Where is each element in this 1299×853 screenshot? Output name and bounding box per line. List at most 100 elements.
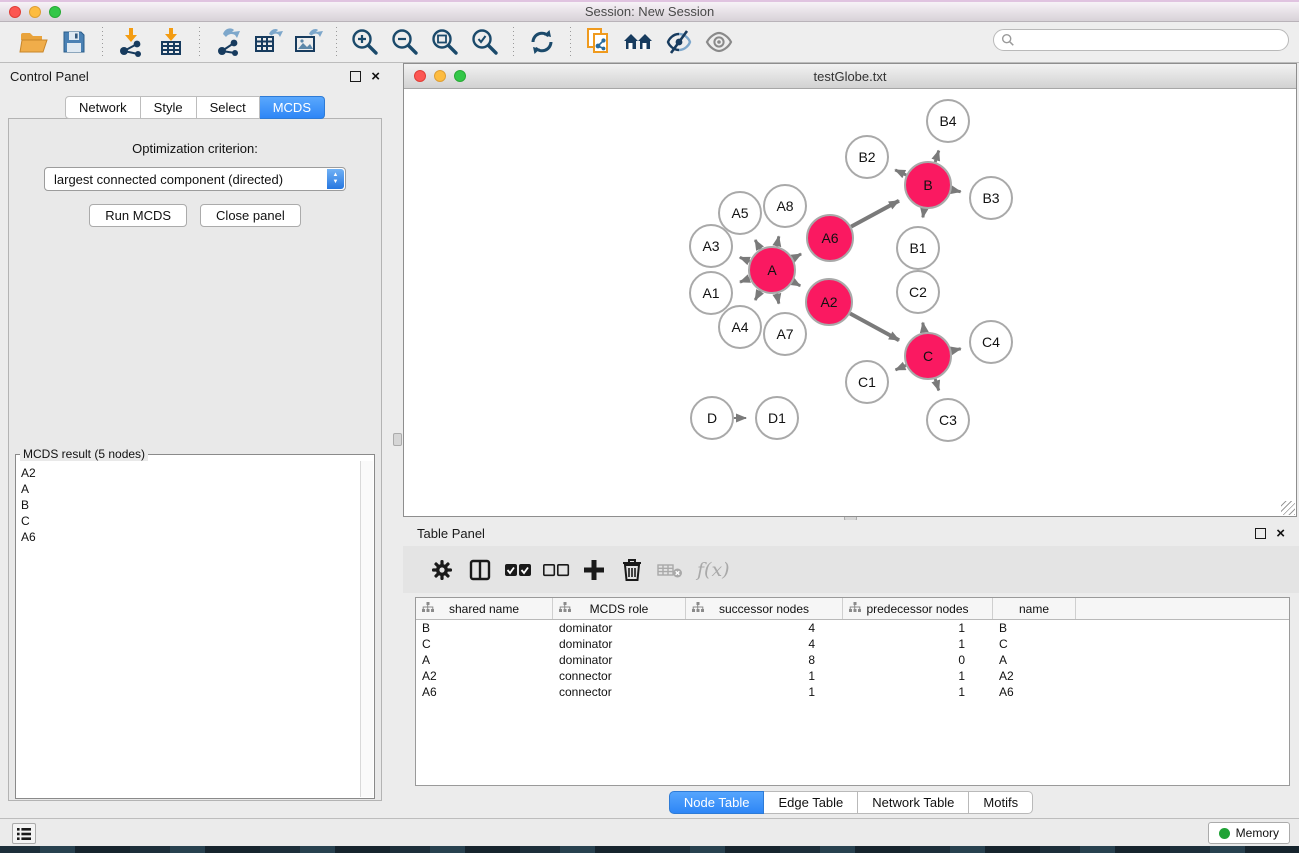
graph-node-C[interactable]: C (905, 333, 951, 379)
graph-node-A3[interactable]: A3 (690, 225, 732, 267)
graph-node-B4[interactable]: B4 (927, 100, 969, 142)
graph-node-C2[interactable]: C2 (897, 271, 939, 313)
graph-node-A1[interactable]: A1 (690, 272, 732, 314)
tab-style[interactable]: Style (141, 96, 197, 119)
delete-column-button[interactable] (613, 553, 651, 587)
tab-network-table[interactable]: Network Table (858, 791, 969, 814)
mcds-result-scrollbar[interactable] (360, 461, 373, 797)
run-mcds-button[interactable]: Run MCDS (89, 204, 187, 227)
deselect-all-button[interactable] (537, 553, 575, 587)
graph-edge-A-A8[interactable] (777, 236, 779, 246)
network-home-button[interactable] (621, 26, 657, 58)
vertical-splitter-handle[interactable] (393, 433, 402, 446)
mcds-result-item[interactable]: A2 (21, 465, 360, 481)
graph-edge-C-C2[interactable] (923, 323, 925, 333)
float-table-panel-icon[interactable] (1255, 528, 1266, 539)
zoom-in-button[interactable] (347, 26, 383, 58)
mcds-result-item[interactable]: B (21, 497, 360, 513)
zoom-fit-button[interactable] (427, 26, 463, 58)
zoom-selected-button[interactable] (467, 26, 503, 58)
graph-node-A7[interactable]: A7 (764, 313, 806, 355)
graph-node-D1[interactable]: D1 (756, 397, 798, 439)
table-cell[interactable]: connector (553, 669, 686, 683)
tab-mcds[interactable]: MCDS (260, 96, 325, 119)
apply-layout-button[interactable] (524, 26, 560, 58)
graph-node-B1[interactable]: B1 (897, 227, 939, 269)
open-file-button[interactable] (16, 26, 52, 58)
tab-node-table[interactable]: Node Table (669, 791, 765, 814)
table-cell[interactable]: connector (553, 685, 686, 699)
import-table-button[interactable] (153, 26, 189, 58)
mcds-result-list[interactable]: A2ABCA6 (17, 461, 360, 797)
table-cell[interactable]: A2 (993, 669, 1076, 683)
graph-edge-A-A1[interactable] (740, 278, 750, 282)
float-panel-icon[interactable] (350, 71, 361, 82)
table-row[interactable]: A6connector11A6 (416, 684, 1289, 700)
column-header-predecessor-nodes[interactable]: predecessor nodes (843, 598, 993, 619)
tab-motifs[interactable]: Motifs (969, 791, 1033, 814)
table-cell[interactable]: 0 (843, 653, 993, 667)
search-input[interactable] (1015, 31, 1288, 49)
table-row[interactable]: Bdominator41B (416, 620, 1289, 636)
table-cell[interactable]: C (993, 637, 1076, 651)
graph-edge-A6-B[interactable] (851, 201, 899, 227)
column-header-MCDS-role[interactable]: MCDS role (553, 598, 686, 619)
table-cell[interactable]: A6 (416, 685, 553, 699)
graph-edge-B-B3[interactable] (952, 190, 961, 192)
column-header-shared-name[interactable]: shared name (416, 598, 553, 619)
tab-select[interactable]: Select (197, 96, 260, 119)
mcds-result-item[interactable]: C (21, 513, 360, 529)
tab-edge-table[interactable]: Edge Table (764, 791, 858, 814)
save-session-button[interactable] (56, 26, 92, 58)
network-canvas[interactable]: B4B2BB3A8A5A6A3B1AA1C2A2A4A7C4CC1DD1C3 (404, 89, 1296, 516)
table-cell[interactable]: A (993, 653, 1076, 667)
select-all-button[interactable] (499, 553, 537, 587)
table-row[interactable]: Cdominator41C (416, 636, 1289, 652)
toggle-birds-eye-button[interactable] (701, 26, 737, 58)
table-cell[interactable]: 4 (686, 621, 843, 635)
table-cell[interactable]: A6 (993, 685, 1076, 699)
close-panel-button[interactable]: Close panel (200, 204, 301, 227)
add-column-button[interactable] (575, 553, 613, 587)
graph-edge-A-A4[interactable] (755, 291, 760, 300)
column-header-name[interactable]: name (993, 598, 1076, 619)
window-resize-grip[interactable] (1281, 501, 1295, 515)
table-cell[interactable]: C (416, 637, 553, 651)
toggle-columns-button[interactable] (461, 553, 499, 587)
table-cell[interactable]: 1 (686, 685, 843, 699)
graph-node-B2[interactable]: B2 (846, 136, 888, 178)
table-cell[interactable]: 4 (686, 637, 843, 651)
clone-network-button[interactable] (581, 26, 617, 58)
graph-node-C4[interactable]: C4 (970, 321, 1012, 363)
graph-edge-A-A7[interactable] (777, 294, 779, 304)
table-row[interactable]: Adominator80A (416, 652, 1289, 668)
table-cell[interactable]: A2 (416, 669, 553, 683)
table-cell[interactable]: B (993, 621, 1076, 635)
table-cell[interactable]: B (416, 621, 553, 635)
mcds-result-item[interactable]: A (21, 481, 360, 497)
table-cell[interactable]: dominator (553, 637, 686, 651)
graph-edge-A-A5[interactable] (755, 240, 760, 249)
column-header-successor-nodes[interactable]: successor nodes (686, 598, 843, 619)
criterion-select[interactable]: largest connected component (directed) ▲… (44, 167, 346, 191)
search-box[interactable] (993, 29, 1289, 51)
graph-edge-A-A6[interactable] (793, 254, 801, 258)
graph-edge-A-A2[interactable] (793, 282, 800, 286)
table-cell[interactable]: dominator (553, 653, 686, 667)
network-window-titlebar[interactable]: testGlobe.txt (404, 64, 1296, 89)
graph-node-A5[interactable]: A5 (719, 192, 761, 234)
table-cell[interactable]: 1 (843, 637, 993, 651)
graph-edge-A-A3[interactable] (740, 257, 750, 261)
graph-edge-B-B4[interactable] (935, 151, 939, 163)
tab-network[interactable]: Network (65, 96, 141, 119)
task-history-button[interactable] (12, 823, 36, 844)
graph-node-B[interactable]: B (905, 162, 951, 208)
table-cell[interactable]: 8 (686, 653, 843, 667)
graph-node-A2[interactable]: A2 (806, 279, 852, 325)
export-table-button[interactable] (250, 26, 286, 58)
toggle-graphics-details-button[interactable] (661, 26, 697, 58)
graph-node-B3[interactable]: B3 (970, 177, 1012, 219)
graph-edge-C-C1[interactable] (896, 365, 906, 369)
import-network-button[interactable] (113, 26, 149, 58)
graph-edge-A2-C[interactable] (850, 313, 899, 340)
